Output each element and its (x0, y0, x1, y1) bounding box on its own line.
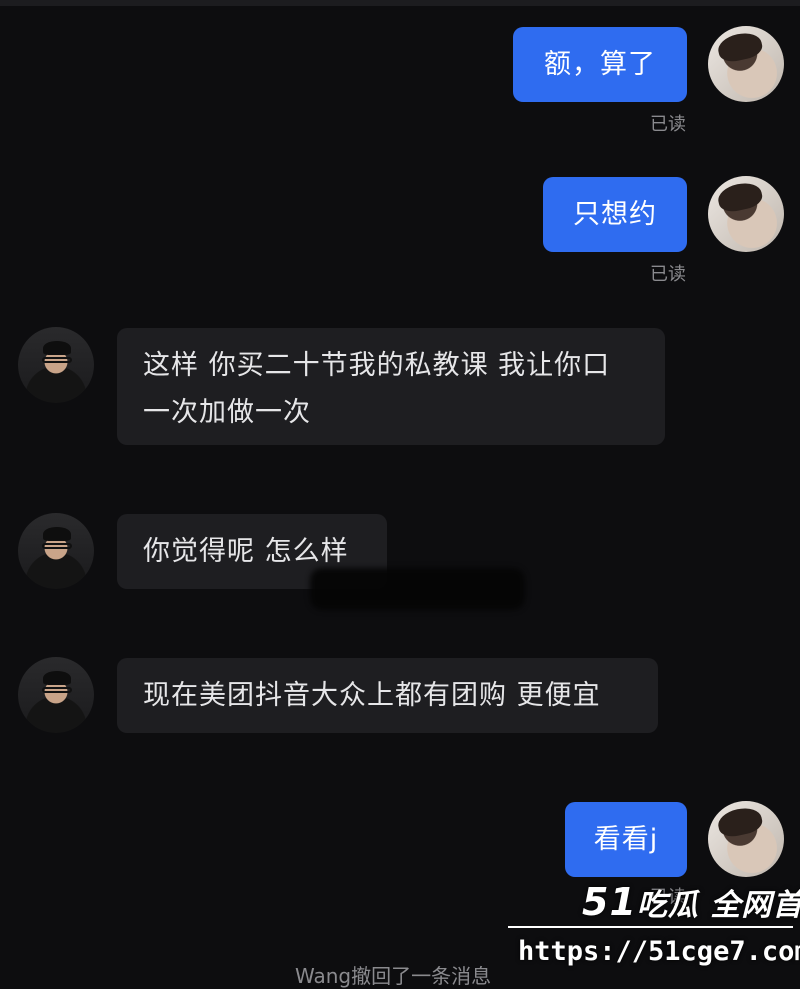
watermark-brand-number: 51 (582, 880, 637, 924)
coach-message-bubble[interactable]: 这样 你买二十节我的私教课 我让你口 一次加做一次 (117, 328, 665, 445)
coach-message-line: 这样 你买二十节我的私教课 我让你口 (143, 350, 611, 381)
my-avatar[interactable] (708, 26, 784, 102)
coach-message-bubble[interactable]: 现在美团抖音大众上都有团购 更便宜 (117, 658, 658, 733)
coach-avatar[interactable] (18, 657, 94, 733)
watermark-brand: 51吃瓜 全网首发 (582, 880, 800, 924)
watermark-brand-text: 吃瓜 全网首发 (636, 888, 800, 923)
censor-smudge (310, 568, 525, 610)
my-avatar[interactable] (708, 801, 784, 877)
my-message-bubble[interactable]: 看看j (565, 802, 687, 877)
watermark-url: https://51cge7.com (518, 936, 800, 967)
coach-avatar[interactable] (18, 513, 94, 589)
my-message-bubble[interactable]: 额，算了 (513, 27, 687, 102)
coach-message-line: 一次加做一次 (143, 397, 311, 428)
coach-avatar[interactable] (18, 327, 94, 403)
watermark-divider (508, 926, 793, 928)
my-message-bubble[interactable]: 只想约 (543, 177, 687, 252)
read-status: 已读 (650, 114, 686, 135)
top-status-strip (0, 0, 800, 6)
my-avatar[interactable] (708, 176, 784, 252)
read-status: 已读 (650, 264, 686, 285)
recall-notice: Wang撤回了一条消息 (295, 964, 492, 988)
